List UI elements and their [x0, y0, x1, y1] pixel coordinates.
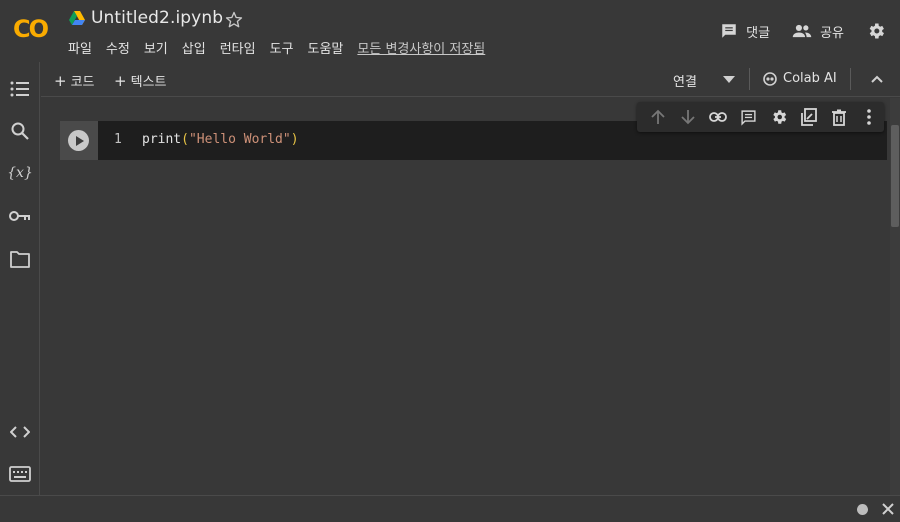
- cell-toolbar: [637, 102, 884, 132]
- add-code-button[interactable]: + 코드: [54, 71, 95, 90]
- left-rail: {x}: [0, 62, 40, 495]
- menu-insert[interactable]: 삽입: [182, 38, 206, 58]
- settings-gear-icon: [869, 23, 884, 39]
- code-function: print: [142, 132, 182, 147]
- share-button[interactable]: 공유: [792, 22, 844, 41]
- colab-ai-label: Colab AI: [783, 71, 837, 86]
- saved-status-link[interactable]: 모든 변경사항이 저장됨: [357, 38, 485, 58]
- comment-button[interactable]: 댓글: [720, 22, 770, 41]
- folder-icon[interactable]: [9, 248, 31, 270]
- arrow-up-icon[interactable]: [643, 102, 673, 132]
- colab-ai-button[interactable]: Colab AI: [763, 71, 837, 86]
- terminal-icon[interactable]: [9, 463, 31, 485]
- comment-label: 댓글: [746, 25, 771, 41]
- toolbar-divider: [850, 68, 851, 90]
- menu-tools[interactable]: 도구: [270, 38, 294, 58]
- colab-ai-icon: [763, 71, 777, 86]
- menu-help[interactable]: 도움말: [308, 38, 344, 58]
- arrow-down-icon[interactable]: [673, 102, 703, 132]
- plus-icon: +: [114, 72, 127, 90]
- add-text-button[interactable]: + 텍스트: [114, 71, 166, 90]
- variables-icon[interactable]: {x}: [7, 162, 33, 184]
- link-icon[interactable]: [703, 102, 733, 132]
- menu-bar: 파일 수정 보기 삽입 런타임 도구 도움말 모든 변경사항이 저장됨: [68, 38, 485, 58]
- comment-icon: [722, 24, 736, 38]
- key-icon[interactable]: [9, 205, 31, 227]
- more-vert-icon[interactable]: [854, 102, 884, 132]
- chevron-down-icon[interactable]: [723, 76, 735, 83]
- connect-button[interactable]: 연결: [673, 71, 697, 90]
- header: CO Untitled2.ipynb 파일 수정 보기 삽입 런타임 도구 도움…: [0, 0, 900, 62]
- code-paren-close: ): [290, 132, 299, 147]
- line-number: 1: [114, 132, 122, 147]
- run-cell-button[interactable]: [68, 130, 89, 151]
- cell-gutter: [60, 121, 98, 160]
- drive-icon: [69, 11, 85, 25]
- status-bar: [0, 496, 900, 522]
- svg-text:CO: CO: [13, 15, 49, 43]
- notebook-title[interactable]: Untitled2.ipynb: [91, 8, 223, 28]
- mirror-cell-icon[interactable]: [794, 102, 824, 132]
- add-text-label: 텍스트: [130, 75, 167, 90]
- scrollbar-thumb[interactable]: [891, 125, 899, 227]
- chevron-up-icon[interactable]: [869, 71, 885, 87]
- menu-view[interactable]: 보기: [144, 38, 168, 58]
- code-string: "Hello World": [188, 132, 291, 147]
- menu-runtime[interactable]: 런타임: [220, 38, 256, 58]
- plus-icon: +: [54, 72, 67, 90]
- header-actions: 댓글 공유: [698, 18, 886, 44]
- add-code-label: 코드: [70, 75, 95, 90]
- colab-logo[interactable]: CO: [12, 12, 54, 44]
- code-editor[interactable]: print("Hello World"): [142, 132, 299, 147]
- notebook-toolbar: + 코드 + 텍스트 연결 Colab AI: [41, 62, 900, 97]
- star-icon[interactable]: [224, 10, 244, 30]
- toc-icon[interactable]: [9, 78, 31, 100]
- play-icon: [75, 135, 84, 146]
- code-snippets-icon[interactable]: [9, 421, 31, 443]
- menu-file[interactable]: 파일: [68, 38, 92, 58]
- settings-button[interactable]: [866, 21, 886, 41]
- code-paren-open: (: [181, 132, 189, 147]
- comment-icon[interactable]: [733, 102, 763, 132]
- close-icon[interactable]: [880, 501, 896, 517]
- search-icon[interactable]: [9, 120, 31, 142]
- share-label: 공유: [820, 25, 844, 41]
- trash-icon[interactable]: [824, 102, 854, 132]
- menu-edit[interactable]: 수정: [106, 38, 130, 58]
- share-people-icon: [792, 24, 812, 38]
- toolbar-divider: [749, 68, 750, 90]
- status-indicator-icon: [857, 504, 868, 515]
- gear-icon[interactable]: [764, 102, 794, 132]
